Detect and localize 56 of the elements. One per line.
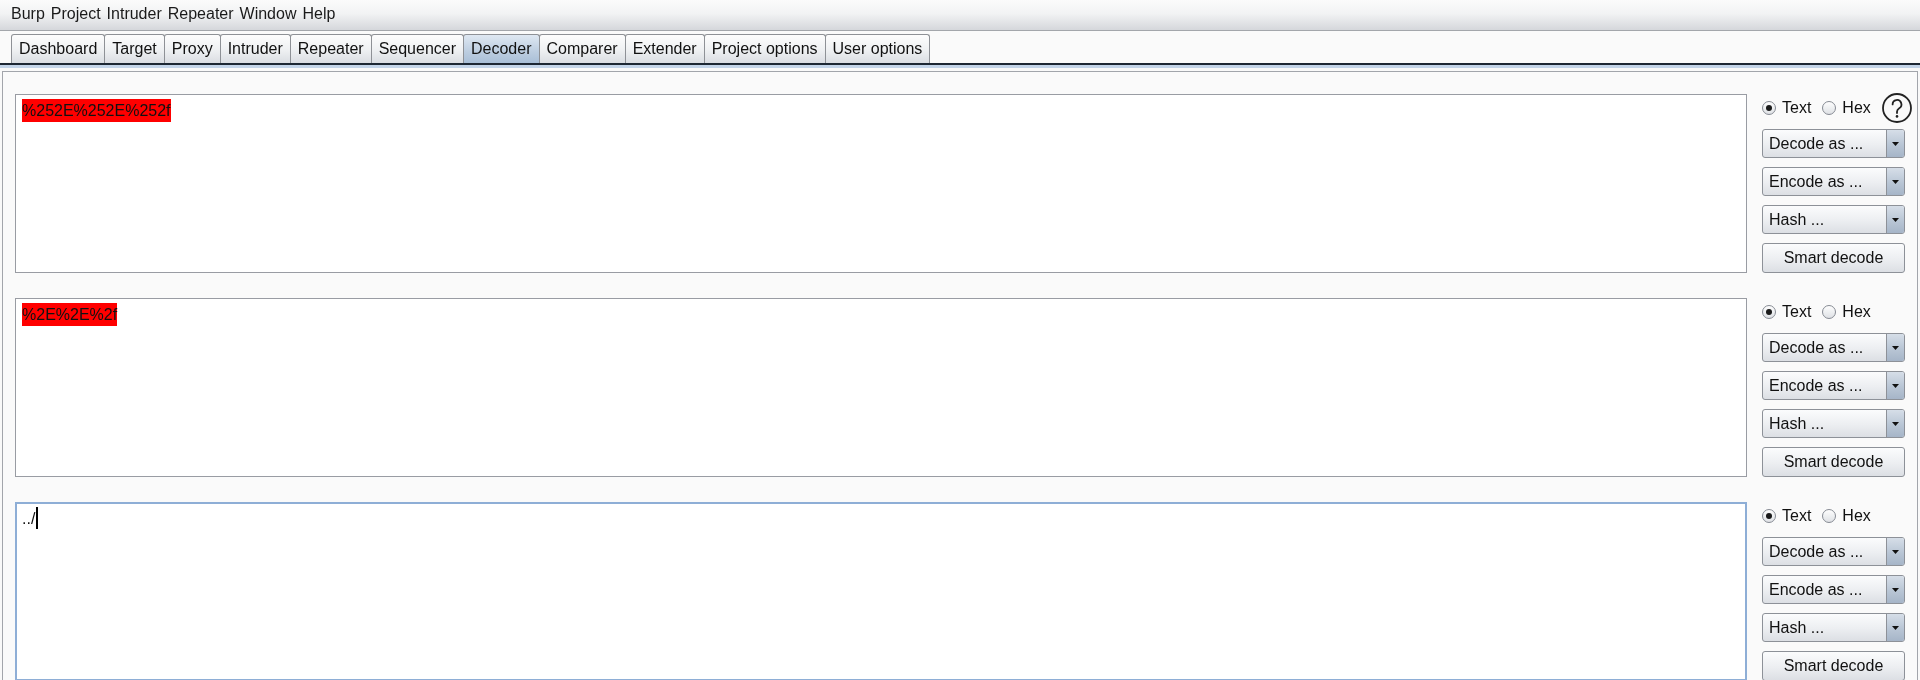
caret-icon	[1886, 130, 1904, 157]
caret-icon	[1886, 206, 1904, 233]
tab[interactable]: User options	[824, 34, 931, 63]
menu-item[interactable]: Help	[299, 4, 339, 24]
dropdown-select[interactable]: Encode as ...	[1762, 575, 1905, 604]
radio-icon[interactable]	[1762, 509, 1776, 523]
radio-option[interactable]: Text	[1762, 303, 1812, 321]
caret-icon	[1886, 334, 1904, 361]
tab[interactable]: Decoder	[463, 34, 540, 63]
dropdown-select[interactable]: Hash ...	[1762, 409, 1905, 438]
caret-icon	[1886, 410, 1904, 437]
caret-icon	[1886, 168, 1904, 195]
tab[interactable]: Target	[104, 34, 165, 63]
dropdown-select[interactable]: Decode as ...	[1762, 537, 1905, 566]
tab[interactable]: Extender	[624, 34, 705, 63]
tab[interactable]: Comparer	[538, 34, 626, 63]
caret-icon	[1886, 614, 1904, 641]
radio-option[interactable]: Text	[1762, 507, 1812, 525]
editor-text: ../	[22, 509, 36, 529]
tab[interactable]: Proxy	[163, 34, 221, 63]
tab[interactable]: Repeater	[289, 34, 372, 63]
dropdown-select[interactable]: Encode as ...	[1762, 371, 1905, 400]
text-editor[interactable]: ../	[15, 502, 1747, 680]
tab[interactable]: Project options	[703, 34, 826, 63]
help-icon[interactable]	[1881, 93, 1912, 123]
radio-option[interactable]: Hex	[1822, 99, 1871, 117]
smart-decode-button[interactable]: Smart decode	[1762, 243, 1905, 273]
radio-option[interactable]: Hex	[1822, 507, 1871, 525]
editor-text: %252E%252E%252f	[22, 99, 171, 122]
caret-icon	[1886, 372, 1904, 399]
radio-option[interactable]: Hex	[1822, 303, 1871, 321]
text-editor[interactable]: %252E%252E%252f	[15, 94, 1747, 273]
radio-icon[interactable]	[1822, 509, 1837, 523]
tab[interactable]: Dashboard	[11, 34, 106, 63]
tab[interactable]: Intruder	[219, 34, 291, 63]
radio-icon[interactable]	[1762, 305, 1776, 319]
dropdown-select[interactable]: Hash ...	[1762, 613, 1905, 642]
menu-item[interactable]: Repeater	[164, 4, 237, 24]
text-cursor-icon	[36, 507, 39, 529]
radio-icon[interactable]	[1762, 101, 1776, 115]
tab[interactable]: Sequencer	[370, 34, 464, 63]
caret-icon	[1886, 576, 1904, 603]
dropdown-select[interactable]: Decode as ...	[1762, 129, 1905, 158]
caret-icon	[1886, 538, 1904, 565]
radio-icon[interactable]	[1822, 101, 1837, 115]
dropdown-select[interactable]: Decode as ...	[1762, 333, 1905, 362]
menu-item[interactable]: Window	[236, 4, 300, 24]
smart-decode-button[interactable]: Smart decode	[1762, 651, 1905, 680]
radio-option[interactable]: Text	[1762, 99, 1812, 117]
radio-icon[interactable]	[1822, 305, 1837, 319]
dropdown-select[interactable]: Encode as ...	[1762, 167, 1905, 196]
menu-item[interactable]: Intruder	[103, 4, 165, 24]
dropdown-select[interactable]: Hash ...	[1762, 205, 1905, 234]
menu-item[interactable]: Burp	[8, 4, 48, 24]
smart-decode-button[interactable]: Smart decode	[1762, 447, 1905, 477]
menu-item[interactable]: Project	[47, 4, 104, 24]
